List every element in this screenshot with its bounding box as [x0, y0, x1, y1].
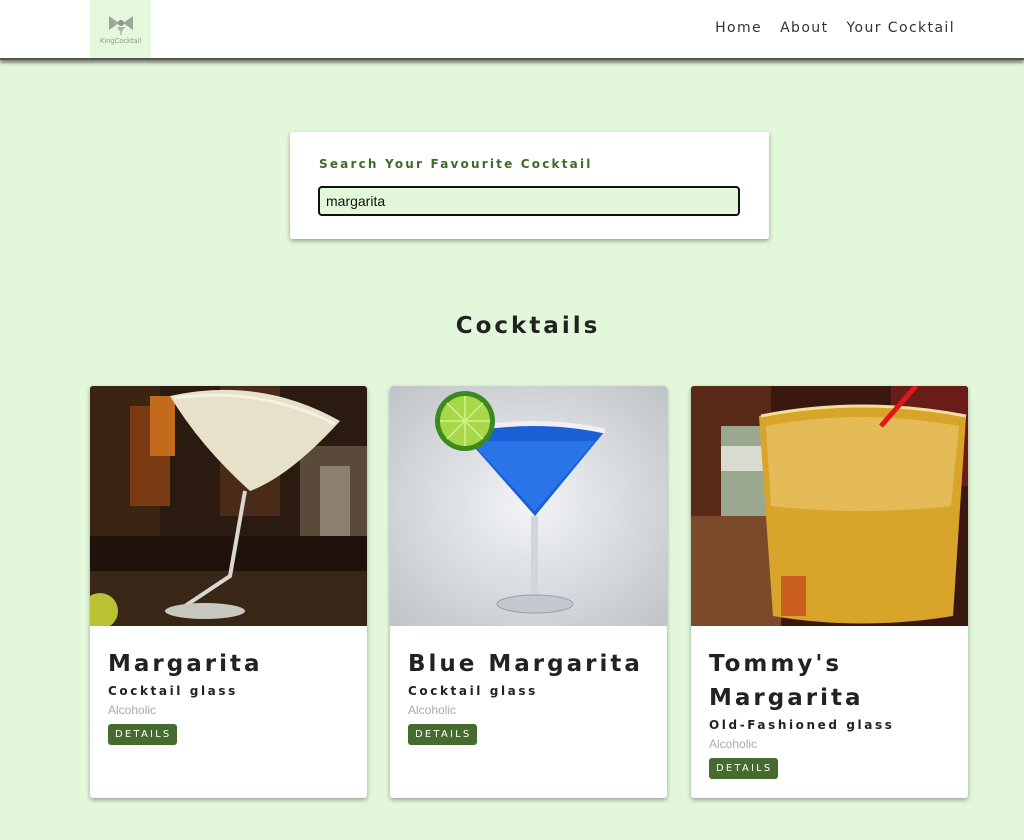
nav-links: Home About Your Cocktail	[715, 20, 955, 36]
tommys-margarita-photo[interactable]	[691, 386, 968, 626]
blue-margarita-photo[interactable]	[390, 386, 667, 626]
card-body: Margarita Cocktail glass Alcoholic DETAI…	[108, 647, 353, 745]
search-label: Search Your Favourite Cocktail	[319, 157, 593, 171]
cocktail-name: Margarita	[108, 651, 263, 677]
nav-your-cocktail-link[interactable]: Your Cocktail	[846, 20, 955, 36]
cocktail-type: Alcoholic	[108, 703, 157, 717]
bow-tie-glass-icon	[108, 15, 133, 35]
card-body: Blue Margarita Cocktail glass Alcoholic …	[408, 647, 653, 745]
logo[interactable]: KingCocktail	[90, 0, 151, 58]
cocktail-card: Blue Margarita Cocktail glass Alcoholic …	[390, 386, 667, 798]
cocktail-type: Alcoholic	[408, 703, 457, 717]
cocktail-glass: Old-Fashioned glass	[709, 718, 895, 732]
cocktail-card: Tommy's Margarita Old-Fashioned glass Al…	[691, 386, 968, 798]
cocktail-name: Tommy's Margarita	[709, 651, 864, 711]
cocktail-name: Blue Margarita	[408, 651, 643, 677]
navbar: KingCocktail Home About Your Cocktail	[0, 0, 1024, 60]
cocktail-type: Alcoholic	[709, 737, 758, 751]
details-button[interactable]: DETAILS	[108, 724, 178, 745]
nav-home-link[interactable]: Home	[715, 20, 762, 36]
cocktail-glass: Cocktail glass	[108, 684, 238, 698]
margarita-photo[interactable]	[90, 386, 367, 626]
search-input[interactable]	[318, 186, 740, 216]
section-title: Cocktails	[455, 313, 601, 339]
details-button[interactable]: DETAILS	[709, 758, 779, 779]
logo-text: KingCocktail	[99, 36, 141, 45]
search-form: Search Your Favourite Cocktail	[290, 132, 769, 239]
card-body: Tommy's Margarita Old-Fashioned glass Al…	[709, 647, 954, 779]
cocktail-glass: Cocktail glass	[408, 684, 538, 698]
cocktail-card: Margarita Cocktail glass Alcoholic DETAI…	[90, 386, 367, 798]
nav-about-link[interactable]: About	[780, 20, 828, 36]
details-button[interactable]: DETAILS	[408, 724, 478, 745]
